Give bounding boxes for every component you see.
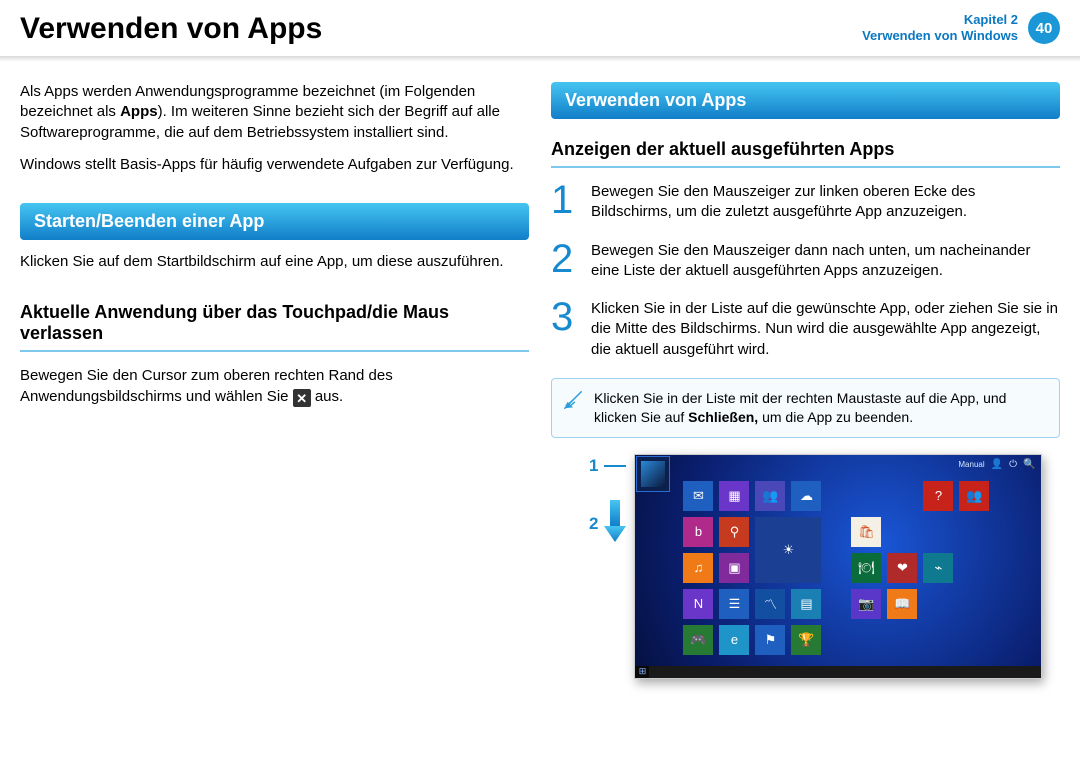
label-1-row: 1 (589, 456, 626, 476)
tile-group-4: ? 👥 ⌁ (923, 481, 989, 655)
tile-onenote-icon: N (683, 589, 713, 619)
tile-help-icon: ? (923, 481, 953, 511)
tile-reader-icon: ☰ (719, 589, 749, 619)
tile-reading-icon: 📖 (887, 589, 917, 619)
step-1: 1 Bewegen Sie den Mauszeiger zur linken … (551, 182, 1060, 223)
tile-store-icon: 🛍 (851, 517, 881, 547)
search-icon: 🔍 (1023, 459, 1035, 470)
label-1-line (604, 465, 626, 467)
tile-sports-icon: ⚑ (755, 625, 785, 655)
chapter-line2: Verwenden von Windows (862, 28, 1018, 44)
tile-games-icon: 🎮 (683, 625, 713, 655)
label-1: 1 (589, 456, 598, 476)
tile-mail-icon: ✉ (683, 481, 713, 511)
user-icon: 👤 (991, 459, 1003, 470)
page-number-badge: 40 (1028, 12, 1060, 44)
tile-news-icon: ▤ (791, 589, 821, 619)
tile-calendar-icon: ▦ (719, 481, 749, 511)
start-app-paragraph: Klicken Sie auf dem Startbildschirm auf … (20, 252, 529, 272)
intro-bold: Apps (120, 103, 158, 120)
tile-contacts-icon: 👥 (959, 481, 989, 511)
note-box: Klicken Sie in der Liste mit der rechten… (551, 378, 1060, 438)
tile-bing-icon: b (683, 517, 713, 547)
spacer (851, 481, 917, 511)
close-post: aus. (311, 388, 344, 405)
step-number: 2 (551, 241, 577, 282)
tile-camera-icon: 📷 (851, 589, 881, 619)
app-thumbnail (636, 456, 670, 492)
down-arrow-icon (604, 500, 626, 549)
chapter-block: Kapitel 2 Verwenden von Windows 40 (862, 12, 1060, 44)
screenshot-wrap: 1 2 (589, 454, 1060, 679)
close-icon: ✕ (293, 389, 311, 407)
page-title: Verwenden von Apps (20, 12, 322, 46)
tile-health-icon: ❤ (887, 553, 917, 583)
step-text: Bewegen Sie den Mauszeiger dann nach unt… (591, 241, 1060, 282)
label-2: 2 (589, 514, 598, 534)
tile-weather-icon: ☀ (755, 517, 821, 583)
content-columns: Als Apps werden Anwendungsprogramme beze… (0, 56, 1080, 699)
subhead-running-apps: Anzeigen der aktuell ausgeführten Apps (551, 139, 1060, 168)
intro-paragraph-1: Als Apps werden Anwendungsprogramme beze… (20, 82, 529, 143)
power-icon: ⏻ (1009, 459, 1017, 470)
step-number: 3 (551, 299, 577, 360)
subhead-close-app: Aktuelle Anwendung über das Touchpad/die… (20, 302, 529, 352)
taskbar: ⊞ (635, 666, 1041, 678)
tile-group-1: ✉ ▦ b ⚲ ♫ ▣ N ☰ (683, 481, 749, 655)
step-text: Bewegen Sie den Mauszeiger zur linken ob… (591, 182, 1060, 223)
tile-grid: ✉ ▦ b ⚲ ♫ ▣ N ☰ (683, 481, 989, 655)
tile-group-2: 👥 ☁ ☀ 〽 ▤ ⚑ 🏆 (755, 481, 821, 655)
right-column: Verwenden von Apps Anzeigen der aktuell … (551, 82, 1060, 679)
label-2-row: 2 (589, 500, 626, 549)
note-post: um die App zu beenden. (758, 409, 913, 425)
tile-music-icon: ♫ (683, 553, 713, 583)
step-3: 3 Klicken Sie in der Liste auf die gewün… (551, 299, 1060, 360)
intro-paragraph-2: Windows stellt Basis-Apps für häufig ver… (20, 155, 529, 175)
banner-start-stop: Starten/Beenden einer App (20, 203, 529, 240)
step-2: 2 Bewegen Sie den Mauszeiger dann nach u… (551, 241, 1060, 282)
tile-map-icon: ⚲ (719, 517, 749, 547)
tile-food-icon: 🍽 (851, 553, 881, 583)
tile-ie-icon: e (719, 625, 749, 655)
tile-scan-icon: ⌁ (923, 553, 953, 583)
note-bold: Schließen, (688, 409, 758, 425)
left-column: Als Apps werden Anwendungsprogramme beze… (20, 82, 529, 679)
step-text: Klicken Sie in der Liste auf die gewünsc… (591, 299, 1060, 360)
close-app-paragraph: Bewegen Sie den Cursor zum oberen rechte… (20, 366, 529, 407)
chapter-line1: Kapitel 2 (862, 12, 1018, 28)
user-strip: Manual 👤 ⏻ 🔍 (958, 459, 1035, 470)
chapter-text: Kapitel 2 Verwenden von Windows (862, 12, 1018, 43)
banner-using-apps: Verwenden von Apps (551, 82, 1060, 119)
tile-video-icon: ▣ (719, 553, 749, 583)
tile-finance-icon: 〽 (755, 589, 785, 619)
start-screen-screenshot: Manual 👤 ⏻ 🔍 ✉ ▦ b ⚲ (634, 454, 1042, 679)
spacer (923, 517, 989, 547)
page-header: Verwenden von Apps Kapitel 2 Verwenden v… (0, 0, 1080, 56)
step-number: 1 (551, 182, 577, 223)
start-button-icon: ⊞ (635, 666, 649, 678)
note-text: Klicken Sie in der Liste mit der rechten… (594, 389, 1047, 427)
tile-group-3: 🛍 🍽 ❤ 📷 📖 (851, 481, 917, 655)
note-icon (562, 389, 584, 416)
tile-skydrive-icon: ☁ (791, 481, 821, 511)
tile-trophy-icon: 🏆 (791, 625, 821, 655)
tile-people-icon: 👥 (755, 481, 785, 511)
tile-gap (827, 481, 845, 655)
screenshot-labels: 1 2 (589, 454, 626, 679)
user-name: Manual (958, 460, 984, 469)
